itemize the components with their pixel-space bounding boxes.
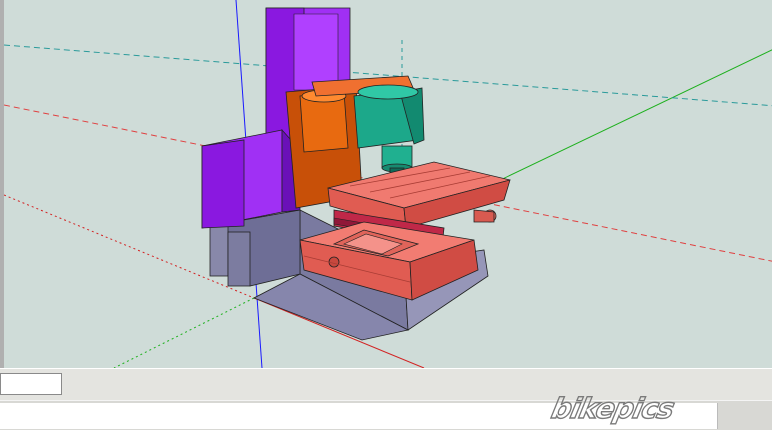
measurement-field[interactable] — [0, 373, 62, 395]
model-canvas[interactable] — [4, 0, 772, 368]
green-axis-dotted — [113, 297, 255, 368]
model-viewport[interactable] — [0, 0, 772, 368]
watermark-logo: bikepics — [548, 391, 678, 425]
spindle-head — [353, 84, 425, 177]
